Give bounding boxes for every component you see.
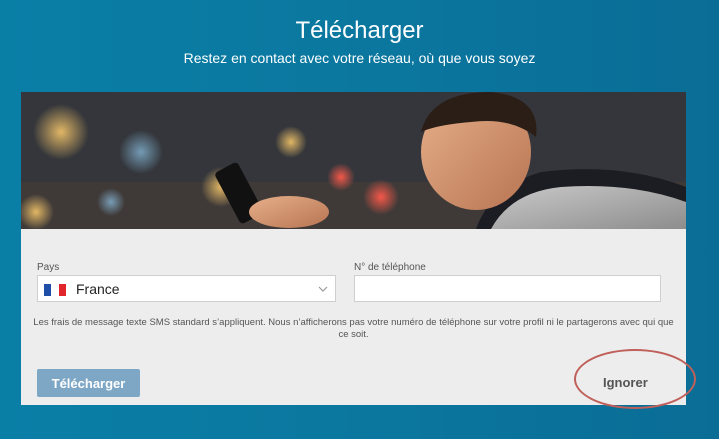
france-flag-icon xyxy=(44,284,66,296)
hero-image xyxy=(21,92,686,229)
page-title: Télécharger xyxy=(295,17,424,44)
sms-disclaimer: Les frais de message texte SMS standard … xyxy=(33,317,674,340)
country-select[interactable]: France xyxy=(37,275,336,302)
chevron-down-icon xyxy=(318,286,328,292)
phone-field-container xyxy=(354,275,661,302)
phone-input[interactable] xyxy=(355,276,660,301)
download-card: Pays France N° de téléphone Les frais de… xyxy=(21,92,686,405)
download-button[interactable]: Télécharger xyxy=(37,369,140,397)
country-label: Pays xyxy=(37,262,60,273)
country-value: France xyxy=(76,281,120,297)
page-subtitle: Restez en contact avec votre réseau, où … xyxy=(183,50,536,66)
hero-illustration xyxy=(21,92,686,229)
skip-button[interactable]: Ignorer xyxy=(603,375,648,390)
phone-label: N° de téléphone xyxy=(354,262,426,273)
